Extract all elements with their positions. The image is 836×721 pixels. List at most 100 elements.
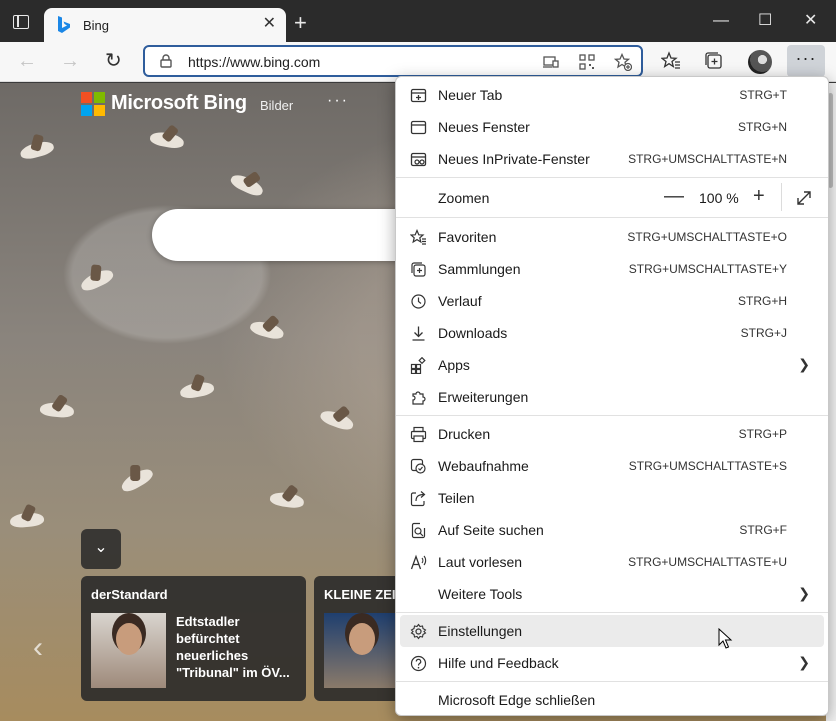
menu-item-shortcut: STRG+UMSCHALTTASTE+Y — [628, 262, 787, 276]
menu-item-label: Einstellungen — [438, 623, 523, 639]
menu-item-collections[interactable]: Sammlungen STRG+UMSCHALTTASTE+Y — [400, 253, 824, 285]
menu-item-label: Laut vorlesen — [438, 554, 523, 570]
favorites-icon — [410, 229, 426, 245]
menu-item-shortcut: STRG+N — [737, 120, 787, 134]
new-tab-icon[interactable]: + — [294, 12, 307, 34]
minimize-icon[interactable]: — — [713, 12, 729, 30]
menu-item-new-tab[interactable]: Neuer Tab STRG+T — [400, 79, 824, 111]
menu-item-close-edge[interactable]: Microsoft Edge schließen — [400, 684, 824, 716]
menu-item-read-aloud[interactable]: Laut vorlesen STRG+UMSCHALTTASTE+U — [400, 546, 824, 578]
qr-code-icon[interactable] — [578, 53, 596, 71]
profile-avatar[interactable] — [748, 50, 772, 74]
fullscreen-icon[interactable] — [794, 188, 814, 208]
menu-item-shortcut: STRG+UMSCHALTTASTE+O — [627, 230, 787, 244]
submenu-chevron-icon: ❯ — [798, 654, 810, 670]
favorites-icon[interactable] — [661, 51, 681, 71]
menu-item-label: Microsoft Edge schließen — [438, 692, 596, 708]
chevron-down-icon[interactable]: ⌄ — [81, 529, 121, 569]
menu-item-label: Weitere Tools — [438, 586, 523, 602]
menu-item-favorites[interactable]: Favoriten STRG+UMSCHALTTASTE+O — [400, 221, 824, 253]
nav-link-bilder[interactable]: Bilder — [260, 98, 293, 113]
menu-item-apps[interactable]: Apps ❯ — [400, 349, 824, 381]
zoom-in-button[interactable]: + — [753, 186, 765, 206]
menu-item-shortcut: STRG+J — [740, 326, 787, 340]
menu-item-shortcut: STRG+F — [739, 523, 787, 537]
refresh-icon[interactable]: ↻ — [105, 50, 122, 72]
microsoft-logo-icon — [81, 92, 105, 116]
new-window-icon — [410, 120, 427, 135]
app-available-icon[interactable] — [542, 53, 560, 71]
menu-item-new-window[interactable]: Neues Fenster STRG+N — [400, 111, 824, 143]
menu-item-label: Webaufnahme — [438, 458, 529, 474]
menu-item-label: Drucken — [438, 426, 491, 442]
help-icon — [410, 655, 427, 672]
carousel-prev-icon[interactable]: ‹ — [33, 631, 43, 665]
menu-item-shortcut: STRG+P — [738, 427, 787, 441]
menu-item-history[interactable]: Verlauf STRG+H — [400, 285, 824, 317]
print-icon — [410, 426, 427, 443]
tab-title: Bing — [83, 18, 110, 33]
menu-item-label: Auf Seite suchen — [438, 522, 544, 538]
add-favorite-icon[interactable] — [614, 53, 632, 71]
news-headline[interactable]: Edtstadler befürchtet neuerliches "Tribu… — [176, 613, 301, 681]
find-icon — [411, 522, 426, 539]
background-bird — [149, 130, 185, 150]
background-bird — [248, 318, 286, 342]
settings-and-more-button[interactable]: ··· — [787, 45, 825, 77]
menu-item-shortcut: STRG+UMSCHALTTASTE+U — [628, 555, 787, 569]
menu-item-help-and-feedback[interactable]: Hilfe und Feedback ❯ — [400, 647, 824, 679]
share-icon — [410, 491, 426, 507]
back-icon[interactable]: ← — [17, 50, 37, 72]
menu-item-label: Verlauf — [438, 293, 482, 309]
maximize-icon[interactable]: ☐ — [758, 12, 772, 30]
menu-item-new-inprivate-window[interactable]: Neues InPrivate-Fenster STRG+UMSCHALTTAS… — [400, 143, 824, 175]
collections-icon[interactable] — [704, 51, 724, 71]
menu-item-shortcut: STRG+UMSCHALTTASTE+N — [628, 152, 787, 166]
lock-icon — [160, 54, 172, 68]
menu-item-find-on-page[interactable]: Auf Seite suchen STRG+F — [400, 514, 824, 546]
menu-item-extensions[interactable]: Erweiterungen — [400, 381, 824, 413]
history-icon — [411, 294, 426, 309]
tab-bing[interactable]: Bing ✕ — [44, 8, 286, 42]
news-card[interactable]: derStandard Edtstadler befürchtet neuerl… — [81, 576, 306, 701]
background-bird — [18, 138, 56, 162]
menu-item-label: Neues InPrivate-Fenster — [438, 151, 590, 167]
menu-item-downloads[interactable]: Downloads STRG+J — [400, 317, 824, 349]
tab-close-icon[interactable]: ✕ — [263, 15, 276, 33]
menu-item-label: Teilen — [438, 490, 475, 506]
extensions-icon — [412, 391, 426, 405]
forward-icon[interactable]: → — [60, 50, 80, 72]
menu-divider — [396, 612, 828, 613]
inprivate-icon — [410, 152, 427, 167]
window-close-icon[interactable]: ✕ — [804, 12, 817, 30]
background-bird — [78, 266, 116, 294]
menu-divider — [396, 217, 828, 218]
background-bird — [118, 465, 156, 495]
menu-item-label: Sammlungen — [438, 261, 521, 277]
menu-item-share[interactable]: Teilen — [400, 482, 824, 514]
menu-divider — [396, 681, 828, 682]
menu-item-more-tools[interactable]: Weitere Tools ❯ — [400, 578, 824, 610]
menu-item-label: Neues Fenster — [438, 119, 530, 135]
title-bar: Bing ✕ + — ☐ ✕ — [0, 0, 836, 42]
background-bird — [228, 171, 266, 199]
settings-and-more-menu: Neuer Tab STRG+T Neues Fenster STRG+N Ne… — [395, 76, 829, 716]
brand-name: Microsoft Bing — [111, 92, 247, 114]
menu-divider — [396, 415, 828, 416]
menu-item-settings[interactable]: Einstellungen — [400, 615, 824, 647]
submenu-chevron-icon: ❯ — [798, 356, 810, 372]
nav-more-icon[interactable]: ··· — [327, 92, 349, 110]
menu-item-shortcut: STRG+T — [739, 88, 787, 102]
background-bird — [9, 511, 45, 529]
zoom-out-button[interactable]: — — [664, 186, 684, 206]
collections-icon — [411, 262, 426, 277]
menu-item-label: Apps — [438, 357, 470, 373]
web-capture-icon — [410, 458, 426, 474]
menu-item-web-capture[interactable]: Webaufnahme STRG+UMSCHALTTASTE+S — [400, 450, 824, 482]
address-bar[interactable]: https://www.bing.com — [143, 45, 643, 77]
read-aloud-icon — [410, 554, 427, 570]
tab-actions-icon[interactable] — [13, 15, 29, 29]
menu-item-label: Downloads — [438, 325, 508, 341]
url-text[interactable]: https://www.bing.com — [188, 54, 320, 70]
menu-item-print[interactable]: Drucken STRG+P — [400, 418, 824, 450]
